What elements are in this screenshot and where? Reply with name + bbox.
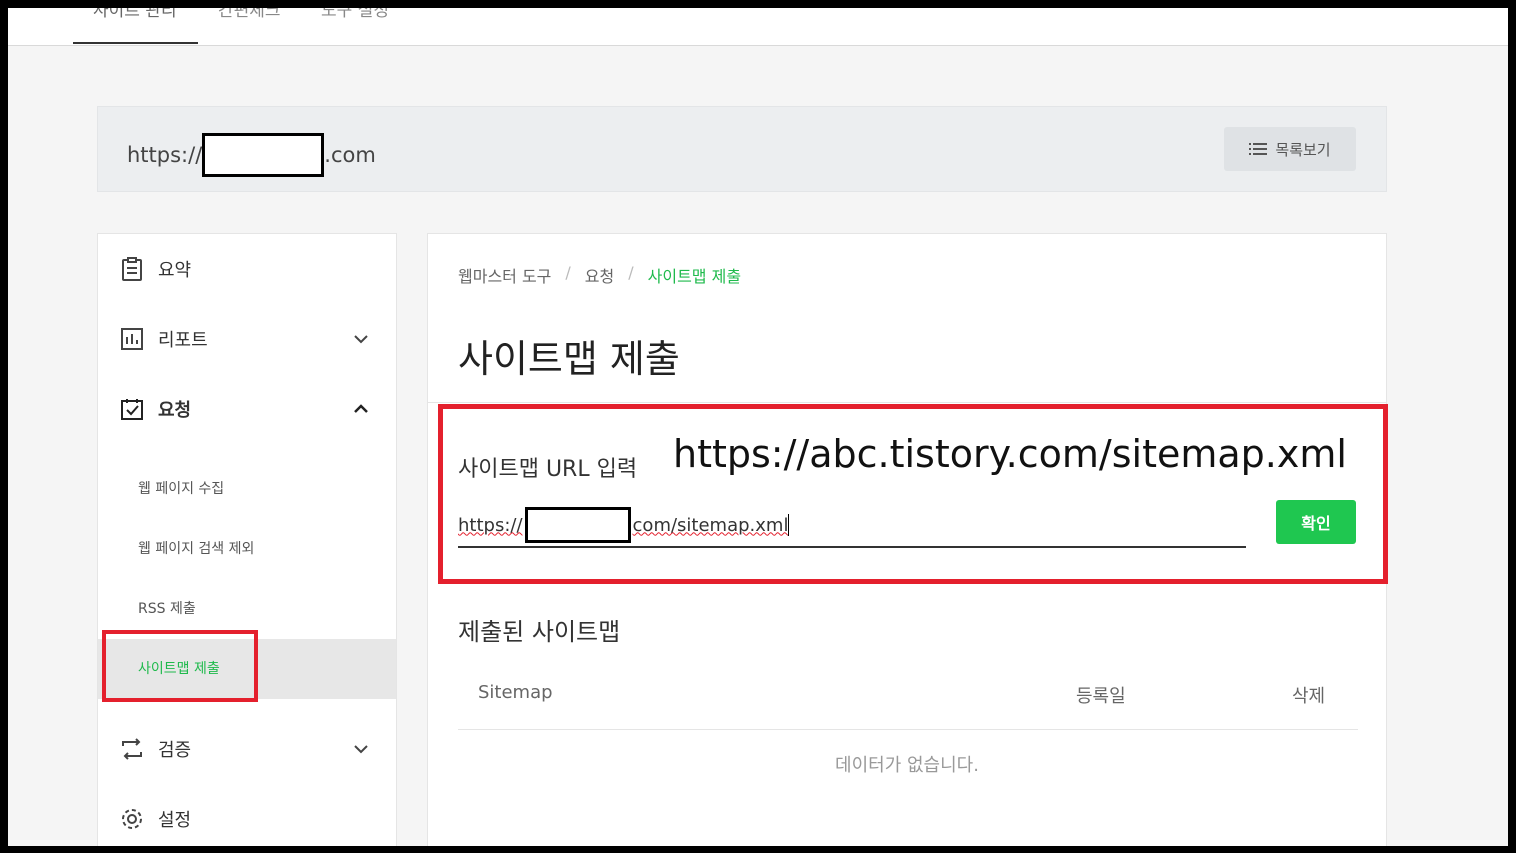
tab-site-management[interactable]: 사이트 관리 bbox=[93, 8, 177, 21]
site-url: https:// .com bbox=[127, 133, 376, 177]
sidebar-sub-item-rss[interactable]: RSS 제출 bbox=[138, 598, 196, 618]
empty-table-message: 데이터가 없습니다. bbox=[835, 755, 979, 776]
breadcrumb: 웹마스터 도구 / 요청 / 사이트맵 제출 bbox=[458, 263, 741, 287]
repeat-icon bbox=[120, 737, 144, 761]
chevron-up-icon bbox=[354, 404, 368, 413]
list-view-button[interactable]: 목록보기 bbox=[1224, 127, 1356, 171]
sidebar-item-report[interactable]: 리포트 bbox=[120, 319, 380, 359]
checkbox-icon bbox=[120, 397, 144, 421]
page-title: 사이트맵 제출 bbox=[458, 337, 680, 381]
list-icon bbox=[1249, 143, 1268, 155]
sidebar-sub-item-web-crawl[interactable]: 웹 페이지 수집 bbox=[138, 478, 224, 498]
highlight-box-url-input bbox=[438, 404, 1388, 584]
table-header-date: 등록일 bbox=[1076, 686, 1126, 707]
chart-icon bbox=[120, 327, 144, 351]
sidebar-sub-item-exclude[interactable]: 웹 페이지 검색 제외 bbox=[138, 538, 254, 558]
sidebar-item-label: 리포트 bbox=[158, 330, 208, 351]
redacted-domain bbox=[202, 133, 325, 177]
sidebar-item-settings[interactable]: 설정 bbox=[120, 799, 380, 839]
breadcrumb-current: 사이트맵 제출 bbox=[647, 267, 742, 286]
highlight-box-sitemap-menu bbox=[102, 630, 258, 702]
main-panel: 웹마스터 도구 / 요청 / 사이트맵 제출 사이트맵 제출 사이트맵 URL … bbox=[427, 233, 1388, 846]
sidebar-item-request[interactable]: 요청 bbox=[120, 389, 380, 429]
breadcrumb-item[interactable]: 요청 bbox=[585, 263, 614, 287]
site-url-suffix: .com bbox=[324, 143, 376, 167]
submitted-sitemaps-title: 제출된 사이트맵 bbox=[458, 618, 621, 646]
breadcrumb-separator: / bbox=[565, 263, 571, 282]
sidebar: 요약 리포트 요청 웹 페이지 수집 웹 페이지 검색 제외 RSS 제출 사이… bbox=[97, 233, 397, 846]
gear-icon bbox=[120, 807, 144, 831]
sidebar-item-label: 검증 bbox=[158, 740, 192, 761]
list-view-label: 목록보기 bbox=[1275, 140, 1331, 159]
table-header-sitemap: Sitemap bbox=[478, 682, 553, 703]
top-tab-bar: 사이트 관리 간편체크 도구 설정 bbox=[8, 8, 1508, 46]
chevron-down-icon bbox=[354, 745, 368, 754]
chevron-down-icon bbox=[354, 335, 368, 344]
breadcrumb-item[interactable]: 웹마스터 도구 bbox=[458, 263, 551, 287]
active-tab-underline bbox=[73, 42, 198, 44]
clipboard-icon bbox=[120, 257, 144, 281]
table-header-delete: 삭제 bbox=[1292, 686, 1326, 707]
sidebar-item-label: 요청 bbox=[158, 400, 192, 421]
tab-quick-check[interactable]: 간편체크 bbox=[218, 8, 281, 21]
tab-tool-settings[interactable]: 도구 설정 bbox=[321, 8, 389, 21]
sidebar-item-verify[interactable]: 검증 bbox=[120, 729, 380, 769]
site-url-prefix: https:// bbox=[127, 143, 203, 167]
screen: 사이트 관리 간편체크 도구 설정 https:// .com 목록보기 요약 bbox=[8, 8, 1508, 846]
sidebar-item-summary[interactable]: 요약 bbox=[120, 249, 380, 289]
sidebar-item-label: 요약 bbox=[158, 260, 192, 281]
breadcrumb-separator: / bbox=[628, 263, 634, 282]
divider bbox=[428, 402, 1386, 403]
sidebar-item-label: 설정 bbox=[158, 810, 192, 831]
table-divider bbox=[458, 729, 1358, 730]
site-header: https:// .com 목록보기 bbox=[97, 106, 1387, 192]
